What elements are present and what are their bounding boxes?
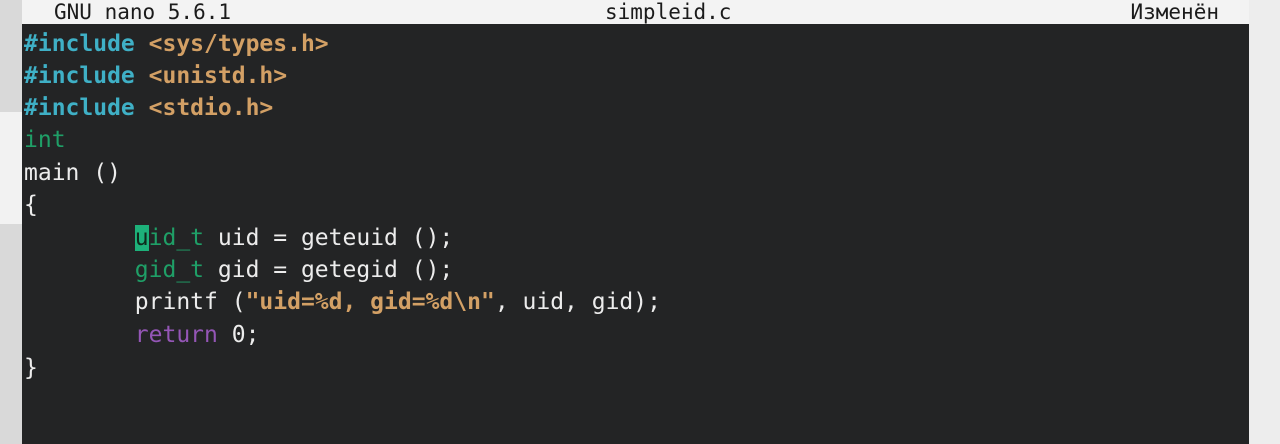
preprocessor-directive: #include [24,31,135,57]
nano-title-bar: GNU nano 5.6.1 simpleid.c Изменён [22,0,1249,24]
return-keyword: return [134,322,218,348]
code-line-5: main () [24,157,121,189]
code-text: } [24,355,38,381]
file-name: simpleid.c [605,0,732,24]
code-text: 0; [217,322,260,348]
include-path: <sys/types.h> [148,31,329,57]
code-line-4: int [24,124,66,156]
code-text: main () [24,160,121,186]
code-line-1: #include <sys/types.h> [24,28,329,60]
nano-terminal-window[interactable]: GNU nano 5.6.1 simpleid.c Изменён #inclu… [22,0,1249,444]
left-edge-tab [0,112,22,224]
nano-version: GNU nano 5.6.1 [54,0,232,24]
type-keyword: gid_t [134,257,205,283]
right-window-edge [1249,0,1280,444]
code-line-11: } [24,352,38,384]
left-window-edge [0,0,22,444]
include-path: <unistd.h> [148,63,288,89]
code-text: printf ( [134,289,246,315]
preprocessor-directive: #include [24,63,135,89]
code-text: gid = getegid (); [204,257,454,283]
type-keyword: id_t [148,225,205,251]
include-path: <stdio.h> [148,95,274,121]
code-line-7: uid_t uid = geteuid (); [24,222,453,254]
code-text: , uid, gid); [494,289,661,315]
modified-status: Изменён [1130,0,1219,24]
code-line-9: printf ("uid=%d, gid=%d\n", uid, gid); [24,286,661,318]
code-line-6: { [24,189,38,221]
code-text: uid = geteuid (); [204,225,454,251]
code-line-10: return 0; [24,319,260,351]
text-cursor: u [134,225,149,251]
code-line-2: #include <unistd.h> [24,60,287,92]
code-line-3: #include <stdio.h> [24,92,273,124]
type-keyword: int [24,127,66,153]
preprocessor-directive: #include [24,95,135,121]
code-text: { [24,192,38,218]
code-line-8: gid_t gid = getegid (); [24,254,454,286]
string-literal: "uid=%d, gid=%d\n" [245,289,495,315]
